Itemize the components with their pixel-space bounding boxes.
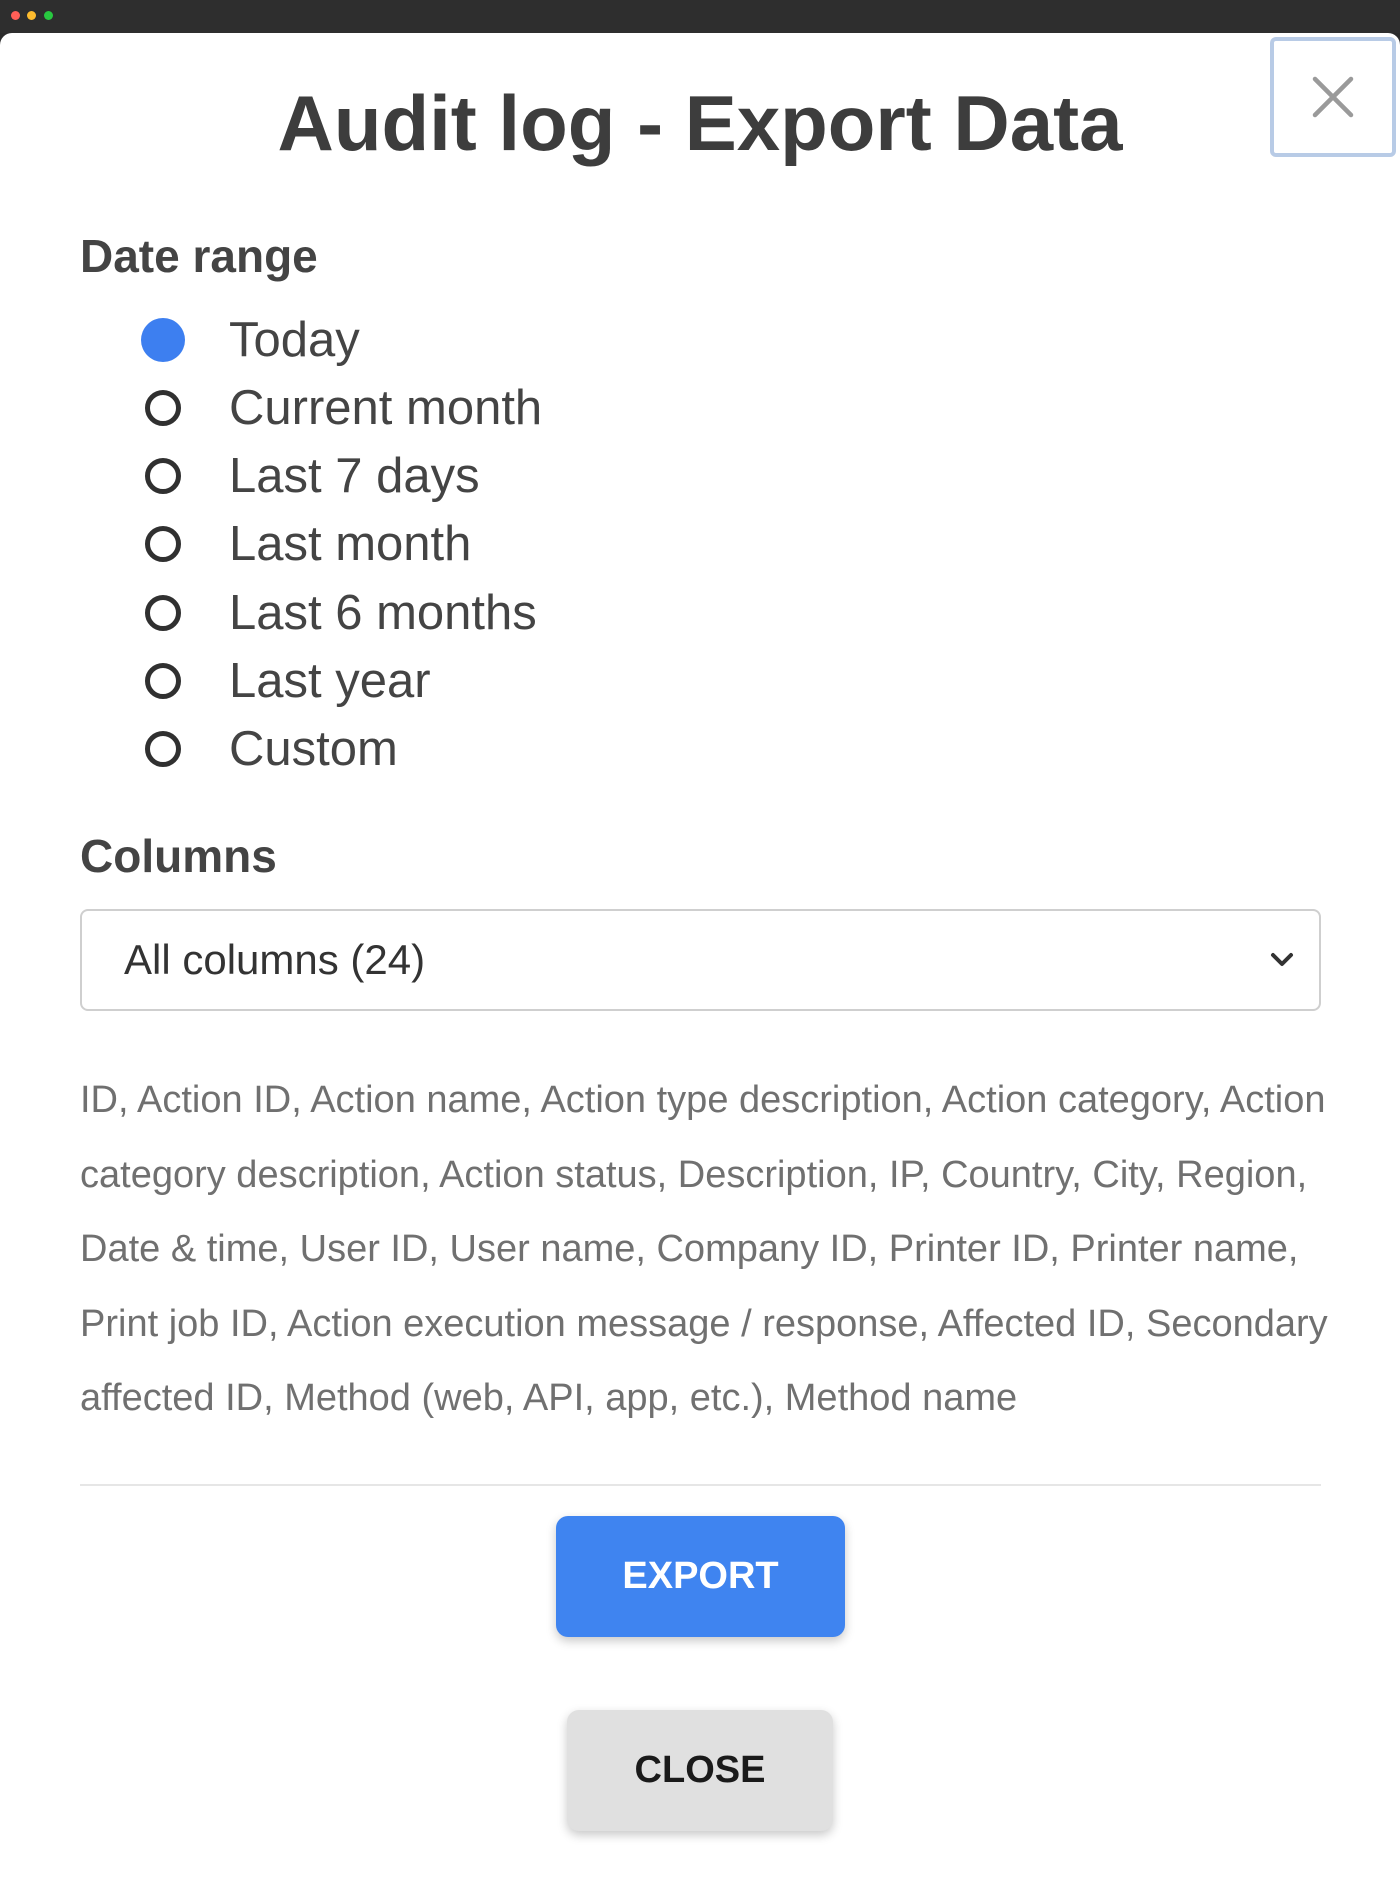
dialog-title: Audit log - Export Data xyxy=(277,79,1123,167)
radio-option-last-year[interactable]: Last year xyxy=(145,651,431,711)
radio-label: Last 7 days xyxy=(229,449,480,503)
radio-label: Custom xyxy=(229,722,398,776)
window-zoom-dot[interactable] xyxy=(44,11,53,20)
radio-label: Last month xyxy=(229,517,472,571)
columns-select-value: All columns (24) xyxy=(124,936,426,983)
radio-button[interactable] xyxy=(145,526,181,562)
radio-label: Current month xyxy=(229,381,543,435)
radio-button[interactable] xyxy=(145,663,181,699)
divider xyxy=(80,1484,1321,1486)
chevron-down-icon xyxy=(1271,953,1293,966)
dialog-close-button[interactable] xyxy=(1270,37,1396,157)
radio-option-today[interactable]: Today xyxy=(141,310,360,370)
close-icon xyxy=(1312,76,1354,118)
export-dialog: Audit log - Export Data Date range Today… xyxy=(0,33,1400,1903)
close-button[interactable]: CLOSE xyxy=(567,1710,833,1831)
window-close-dot[interactable] xyxy=(11,11,20,20)
radio-label: Last year xyxy=(229,654,431,708)
radio-option-custom[interactable]: Custom xyxy=(145,719,398,779)
radio-label: Last 6 months xyxy=(229,586,537,640)
columns-description: ID, Action ID, Action name, Action type … xyxy=(80,1079,1328,1420)
radio-button[interactable] xyxy=(145,458,181,494)
radio-option-current-month[interactable]: Current month xyxy=(145,378,542,438)
radio-button[interactable] xyxy=(145,731,181,767)
radio-option-last-month[interactable]: Last month xyxy=(145,514,471,574)
radio-label: Today xyxy=(229,313,360,367)
radio-button-checked[interactable] xyxy=(141,318,185,362)
radio-button[interactable] xyxy=(145,595,181,631)
columns-label: Columns xyxy=(80,830,277,882)
window-titlebar xyxy=(0,0,1400,33)
window-minimize-dot[interactable] xyxy=(27,11,36,20)
columns-select[interactable]: All columns (24) xyxy=(80,909,1321,1011)
radio-option-last-6-months[interactable]: Last 6 months xyxy=(145,583,537,643)
radio-option-last-7-days[interactable]: Last 7 days xyxy=(145,446,480,506)
radio-button[interactable] xyxy=(145,390,181,426)
export-button[interactable]: EXPORT xyxy=(556,1516,845,1637)
date-range-label: Date range xyxy=(80,230,318,282)
